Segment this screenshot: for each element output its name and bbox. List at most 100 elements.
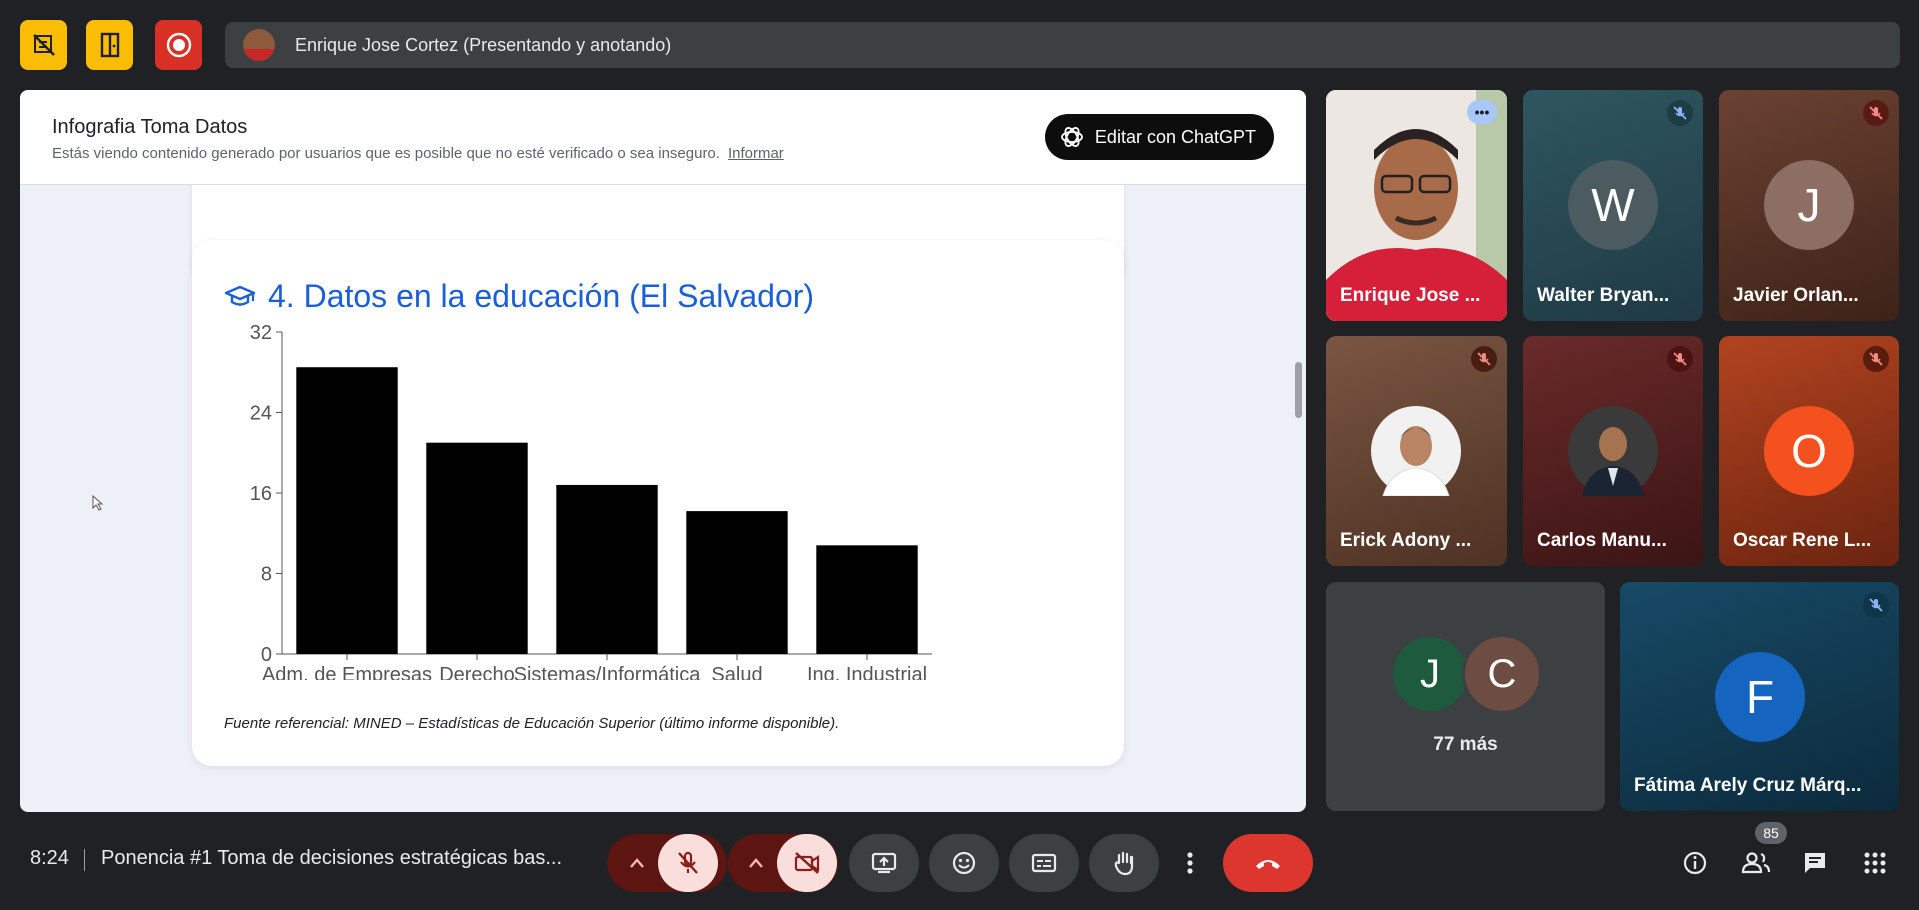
mic-off-icon: [1471, 346, 1497, 372]
captions-button[interactable]: [1009, 834, 1079, 892]
people-button[interactable]: [1740, 848, 1772, 878]
reactions-button[interactable]: [929, 834, 999, 892]
y-tick-label: 8: [261, 564, 272, 586]
leave-room-button[interactable]: [86, 20, 133, 70]
activities-button[interactable]: [1859, 848, 1891, 878]
people-count-badge: 85: [1755, 822, 1787, 844]
report-link[interactable]: Informar: [728, 145, 784, 162]
edit-with-chatgpt-button[interactable]: Editar con ChatGPT: [1044, 114, 1274, 160]
participant-tile-javier[interactable]: J Javier Orlan...: [1719, 90, 1899, 321]
presentation-scrollbar[interactable]: [1295, 362, 1302, 418]
chatgpt-logo-icon: [1061, 127, 1083, 147]
info-icon: [1683, 851, 1707, 875]
y-tick-label: 0: [261, 644, 272, 666]
chat-button[interactable]: [1799, 848, 1831, 878]
graduation-cap-icon: [224, 285, 256, 306]
y-tick-label: 32: [250, 322, 272, 344]
participant-name: Carlos Manu...: [1537, 530, 1667, 551]
card-title: 4. Datos en la educación (El Salvador): [224, 278, 814, 315]
mic-off-icon: [1667, 100, 1693, 126]
participant-name: Enrique Jose ...: [1340, 285, 1481, 306]
mouse-cursor-icon: [92, 495, 104, 511]
participant-name: Oscar Rene L...: [1733, 530, 1872, 551]
participant-tile-oscar[interactable]: O Oscar Rene L...: [1719, 336, 1899, 566]
x-tick-label: Ing. Industrial: [807, 664, 927, 680]
apps-grid-icon: [1864, 852, 1886, 874]
no-camera-zone-icon: [32, 34, 55, 56]
raise-hand-icon: [1114, 851, 1134, 876]
presentation-area: 4. Datos en la educación (El Salvador) 0…: [20, 90, 1306, 812]
camera-options-button[interactable]: [732, 834, 780, 892]
participant-tile-enrique[interactable]: ••• Enrique Jose ...: [1326, 90, 1507, 321]
clock: 8:24: [30, 847, 69, 869]
warning-text: Estás viendo contenido generado por usua…: [52, 145, 720, 162]
participant-avatar: F: [1715, 652, 1805, 742]
mic-toggle-button[interactable]: [658, 834, 718, 892]
present-screen-icon: [871, 852, 897, 874]
emoji-icon: [952, 851, 976, 875]
edit-button-label: Editar con ChatGPT: [1094, 126, 1256, 147]
bar: [426, 442, 528, 654]
presenter-avatar: [243, 29, 275, 61]
participant-avatar: [1568, 406, 1658, 496]
bar: [816, 545, 918, 654]
bar: [686, 511, 788, 654]
participant-tile-carlos[interactable]: Carlos Manu...: [1523, 336, 1703, 566]
y-tick-label: 24: [250, 403, 272, 425]
mic-off-icon: [1863, 592, 1889, 618]
more-participants-tile[interactable]: J C 77 más: [1326, 582, 1605, 811]
participant-name: Javier Orlan...: [1733, 285, 1859, 306]
chart-source: Fuente referencial: MINED – Estadísticas…: [224, 715, 840, 732]
participant-tile-fatima[interactable]: F Fátima Arely Cruz Márq...: [1620, 582, 1899, 811]
education-data-card: 4. Datos en la educación (El Salvador) 0…: [192, 240, 1124, 766]
x-tick-label: Salud: [711, 664, 762, 680]
presenter-bar[interactable]: Enrique Jose Cortez (Presentando y anota…: [225, 22, 1900, 68]
x-tick-label: Derecho: [439, 664, 515, 680]
people-icon: [1741, 852, 1771, 874]
camera-toggle-button[interactable]: [777, 834, 837, 892]
x-tick-label: Adm. de Empresas: [262, 664, 432, 680]
more-participants-label: 77 más: [1433, 734, 1498, 755]
bar: [556, 484, 658, 654]
meeting-info-button[interactable]: [1679, 848, 1711, 878]
captions-icon: [1031, 853, 1057, 873]
participant-tile-erick[interactable]: Erick Adony ...: [1326, 336, 1507, 566]
participant-name: Walter Bryan...: [1537, 285, 1670, 306]
participant-avatar: J: [1390, 634, 1470, 714]
participant-avatar: O: [1764, 406, 1854, 496]
mic-off-icon: [678, 851, 698, 874]
mic-options-button[interactable]: [613, 834, 661, 892]
card-title-text: 4. Datos en la educación (El Salvador): [268, 278, 815, 314]
more-vert-icon: [1187, 852, 1193, 874]
participant-avatar: W: [1568, 160, 1658, 250]
top-bar: Enrique Jose Cortez (Presentando y anota…: [0, 0, 1919, 90]
participant-name: Erick Adony ...: [1340, 530, 1472, 551]
more-options-badge[interactable]: •••: [1467, 100, 1497, 124]
participant-avatar: J: [1764, 160, 1854, 250]
recording-button[interactable]: [155, 20, 202, 70]
mic-off-icon: [1863, 346, 1889, 372]
mic-off-icon: [1863, 100, 1889, 126]
participant-avatar: C: [1462, 634, 1542, 714]
chat-icon: [1805, 853, 1825, 873]
present-screen-button[interactable]: [849, 834, 919, 892]
more-options-button[interactable]: [1169, 834, 1211, 892]
chevron-up-icon: [749, 858, 763, 868]
no-camera-zone-button[interactable]: [20, 20, 67, 70]
raise-hand-button[interactable]: [1089, 834, 1159, 892]
presentation-title: Infografia Toma Datos: [52, 116, 248, 138]
presentation-header: Infografia Toma Datos Estás viendo conte…: [20, 90, 1306, 185]
chevron-up-icon: [630, 858, 644, 868]
record-icon: [166, 32, 191, 58]
hang-up-icon: [1256, 860, 1280, 869]
participant-tile-walter[interactable]: W Walter Bryan...: [1523, 90, 1703, 321]
bar: [296, 367, 398, 654]
end-call-button[interactable]: [1223, 834, 1313, 892]
bar-chart: 0 8 16 24 32 Adm. de Empresas DerechoSistemas/…: [250, 322, 932, 680]
mic-off-icon: [1667, 346, 1693, 372]
unverified-warning: Estás viendo contenido generado por usua…: [52, 145, 784, 162]
participant-name: Fátima Arely Cruz Márq...: [1634, 775, 1862, 796]
x-tick-label: Sistemas/Informática: [514, 664, 702, 680]
bottom-bar: 8:24 Ponencia #1 Toma de decisiones estr…: [0, 812, 1919, 910]
presenter-label: Enrique Jose Cortez (Presentando y anota…: [295, 34, 672, 55]
